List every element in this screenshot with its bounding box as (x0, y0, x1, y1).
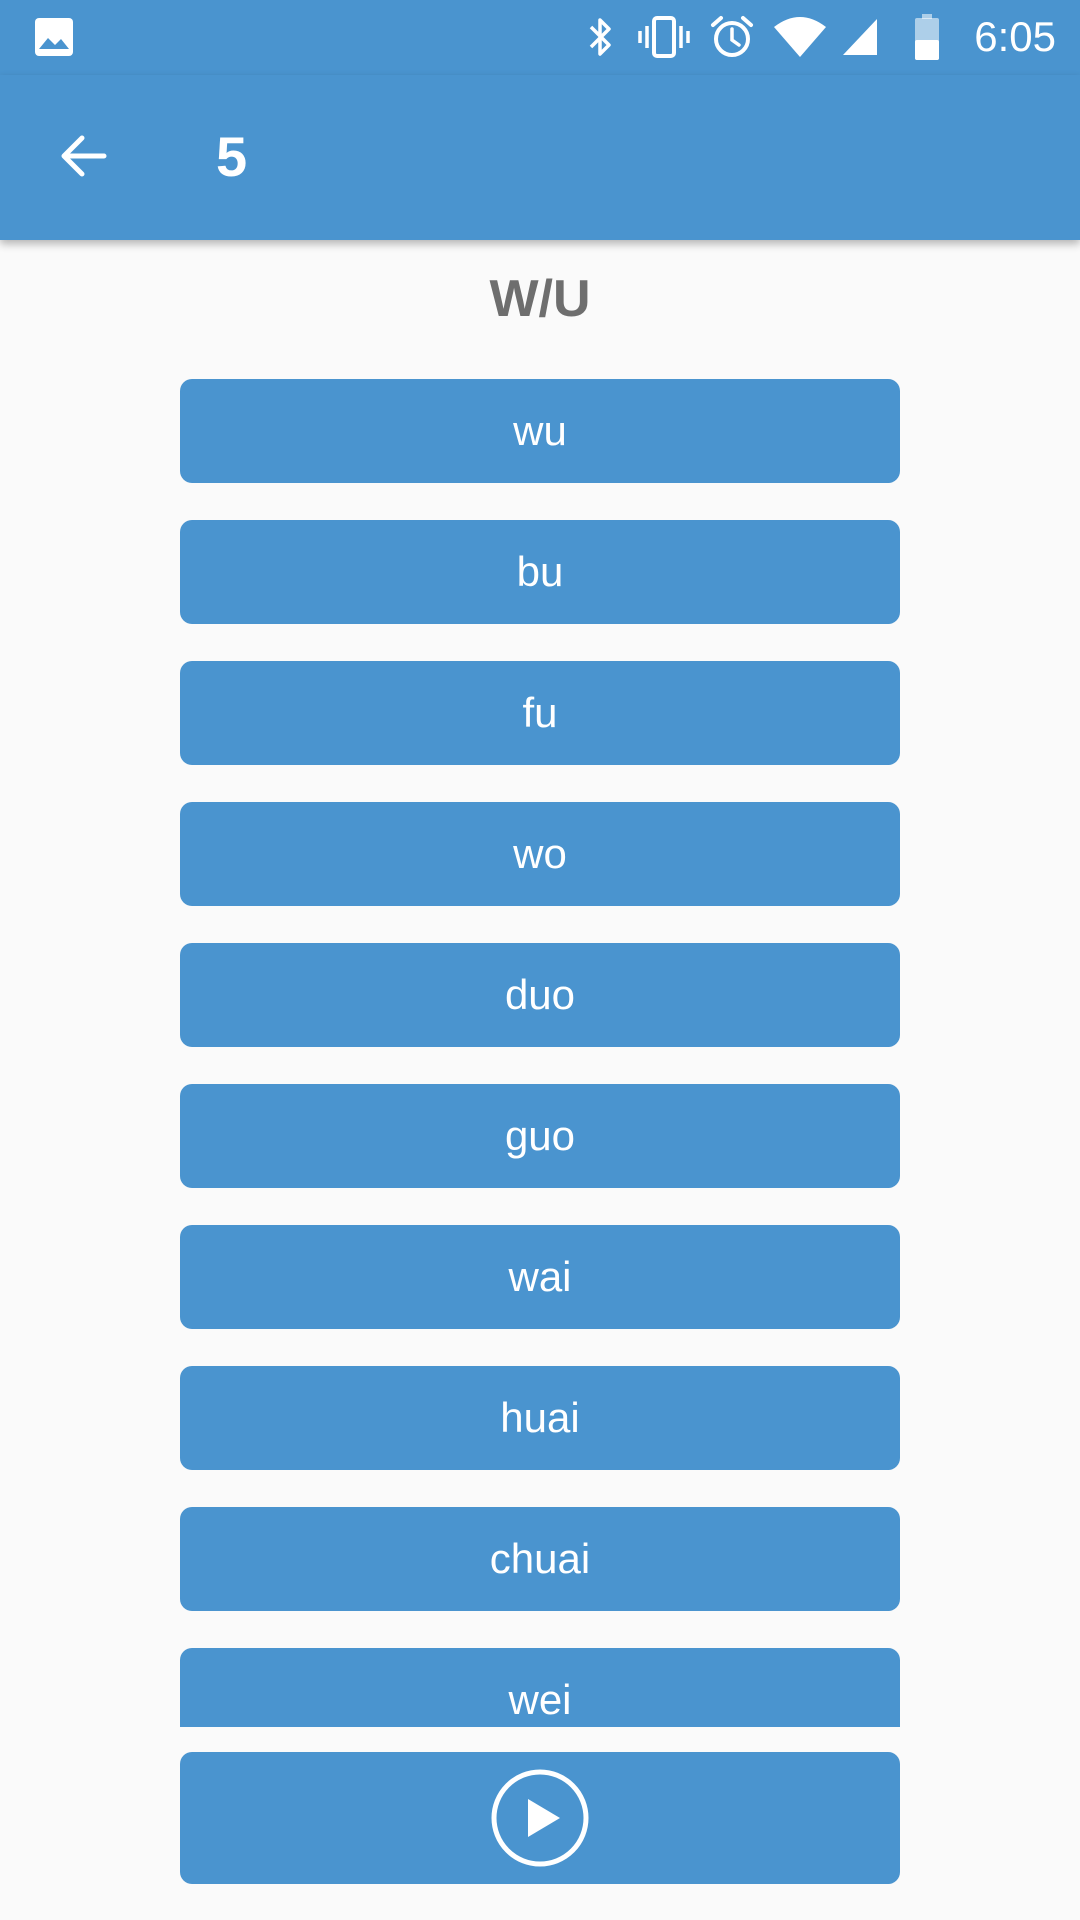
syllable-label: chuai (489, 1535, 591, 1582)
syllable-label: huai (500, 1394, 580, 1441)
vibrate-icon (636, 14, 692, 60)
syllable-button-chuai[interactable]: chuai (180, 1507, 900, 1611)
status-bar: 6:05 (0, 0, 1080, 75)
syllable-button-wo[interactable]: wo (180, 802, 900, 906)
syllable-button-wu[interactable]: wu (180, 379, 900, 483)
syllable-button-wei[interactable]: wei (180, 1648, 900, 1727)
battery-icon (912, 14, 942, 60)
play-circle-icon (491, 1769, 589, 1867)
page-title: 5 (216, 125, 248, 188)
bluetooth-icon (582, 14, 618, 60)
back-button[interactable] (42, 114, 126, 198)
syllable-label: guo (504, 1112, 576, 1159)
content-area: W/U wu bu fu wo duo guo wai huai chuai wei (0, 240, 1080, 1920)
syllable-label: wu (513, 407, 567, 454)
syllable-list-viewport[interactable]: W/U wu bu fu wo duo guo wai huai chuai wei (0, 240, 1080, 1727)
screen: 6:05 5 W/U wu bu fu wo duo guo wai huai chuai wei (0, 0, 1080, 1920)
arrow-left-icon (61, 135, 107, 177)
syllable-button-wai[interactable]: wai (180, 1225, 900, 1329)
syllable-button-bu[interactable]: bu (180, 520, 900, 624)
section-heading: W/U (489, 270, 591, 328)
syllable-list: wu bu fu wo duo guo wai huai chuai wei (180, 379, 900, 1727)
alarm-icon (708, 14, 756, 60)
syllable-label: bu (516, 548, 564, 595)
syllable-button-huai[interactable]: huai (180, 1366, 900, 1470)
syllable-label: fu (522, 689, 558, 736)
status-time: 6:05 (974, 13, 1056, 60)
syllable-label: wei (508, 1676, 572, 1723)
syllable-label: wo (513, 830, 567, 877)
cell-signal-icon (840, 14, 880, 60)
syllable-button-guo[interactable]: guo (180, 1084, 900, 1188)
wifi-icon (772, 14, 828, 60)
app-bar: 5 (0, 75, 1080, 240)
syllable-button-duo[interactable]: duo (180, 943, 900, 1047)
play-button[interactable] (180, 1752, 900, 1884)
syllable-label: duo (504, 971, 576, 1018)
syllable-label: wai (508, 1253, 572, 1300)
image-notification-icon (33, 14, 75, 60)
syllable-button-fu[interactable]: fu (180, 661, 900, 765)
